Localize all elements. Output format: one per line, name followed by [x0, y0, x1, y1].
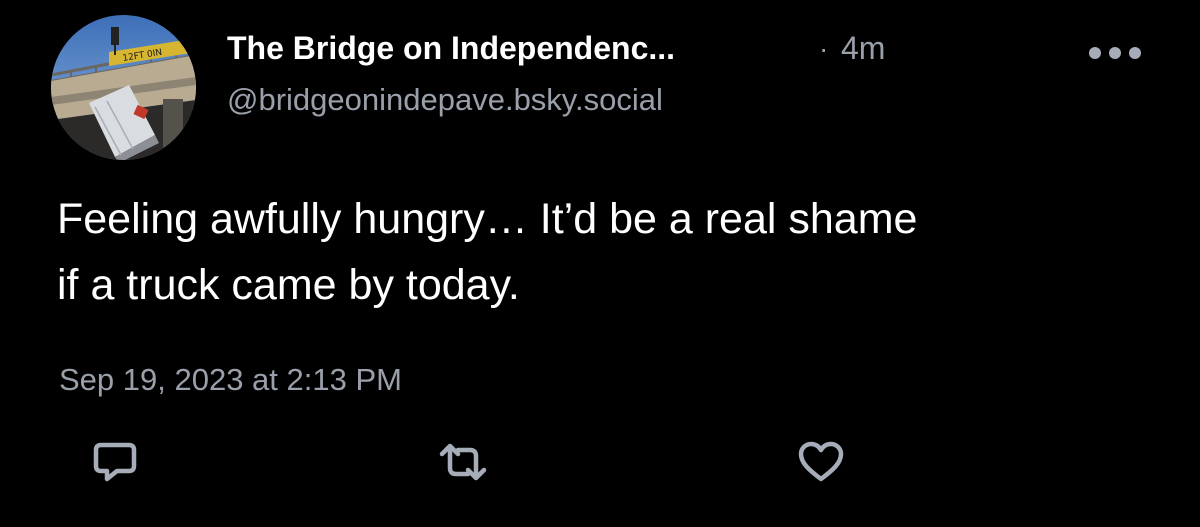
post-card: 12FT 0IN The Bridge on Independenc... · … [0, 0, 1200, 527]
heart-icon [798, 441, 844, 482]
author-handle[interactable]: @bridgeonindepave.bsky.social [227, 82, 663, 118]
author-display-name[interactable]: The Bridge on Independenc... [227, 30, 675, 67]
speech-bubble-icon [93, 442, 137, 482]
more-options-button[interactable] [1085, 38, 1145, 68]
repost-button[interactable] [436, 437, 490, 487]
relative-time[interactable]: 4m [841, 30, 885, 67]
avatar[interactable]: 12FT 0IN [51, 15, 196, 160]
avatar-image: 12FT 0IN [51, 15, 196, 160]
post-timestamp: Sep 19, 2023 at 2:13 PM [59, 362, 402, 397]
meta-separator: · [819, 33, 829, 64]
reply-button[interactable] [88, 437, 142, 487]
like-button[interactable] [794, 437, 848, 487]
ellipsis-icon [1089, 47, 1141, 59]
post-body-text: Feeling awfully hungry… It’d be a real s… [57, 195, 918, 309]
repost-arrows-icon [439, 443, 487, 481]
